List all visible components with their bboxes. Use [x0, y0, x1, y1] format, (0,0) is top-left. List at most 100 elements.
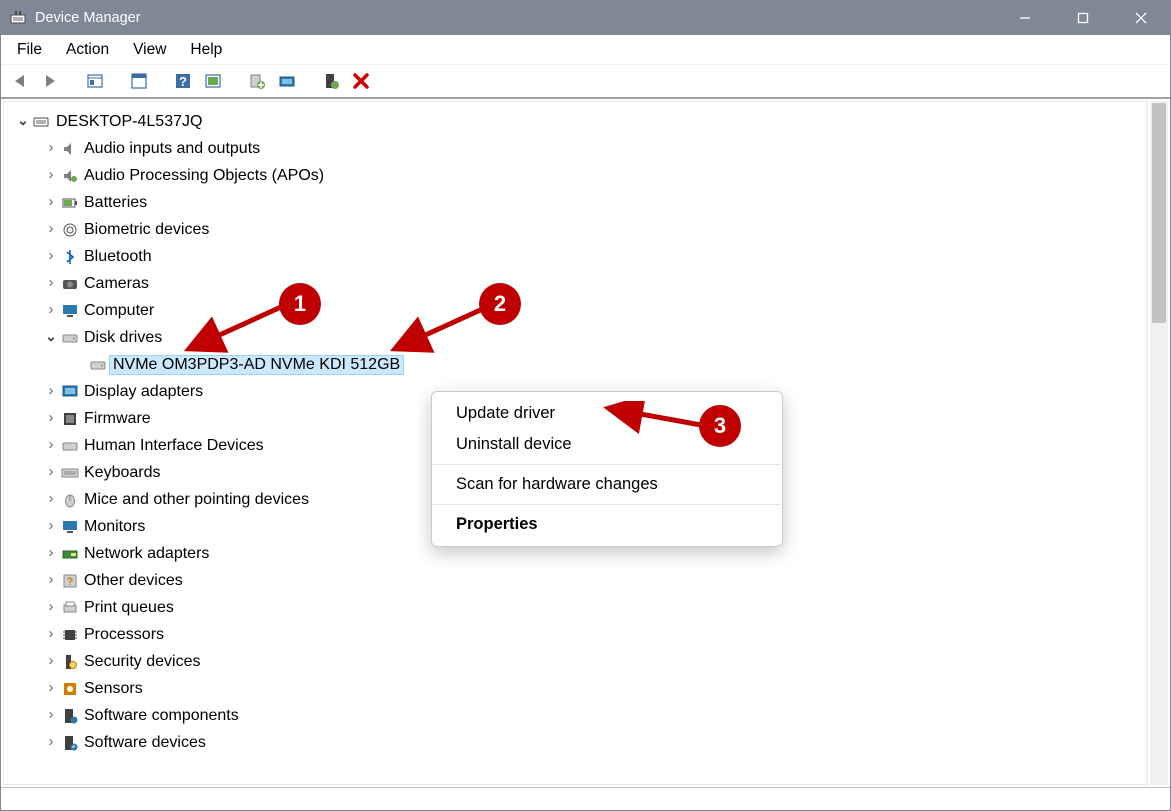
enable-button[interactable]	[317, 67, 345, 95]
category-icon	[60, 490, 80, 510]
annotation-badge-1: 1	[279, 283, 321, 325]
back-button[interactable]	[7, 67, 35, 95]
category-icon	[60, 679, 80, 699]
context-separator	[433, 504, 781, 505]
tree-item-print-queues[interactable]: Print queues	[10, 594, 1145, 621]
tree-item-biometric-devices[interactable]: Biometric devices	[10, 216, 1145, 243]
category-icon	[60, 706, 80, 726]
chevron-icon[interactable]	[44, 166, 58, 183]
scrollbar-thumb[interactable]	[1152, 103, 1166, 323]
svg-text:?: ?	[179, 74, 187, 89]
chevron-icon[interactable]	[44, 625, 58, 642]
chevron-down-icon[interactable]	[16, 112, 30, 129]
tree-item-bluetooth[interactable]: Bluetooth	[10, 243, 1145, 270]
tree-item-label: Audio inputs and outputs	[84, 140, 260, 158]
context-separator	[433, 464, 781, 465]
chevron-icon[interactable]	[44, 301, 58, 318]
menubar: File Action View Help	[1, 35, 1170, 65]
chevron-icon[interactable]	[44, 328, 58, 345]
tree-item-label: Human Interface Devices	[84, 437, 264, 455]
tree-item-audio-inputs-and-outputs[interactable]: Audio inputs and outputs	[10, 135, 1145, 162]
category-icon	[60, 625, 80, 645]
tree-item-label: Display adapters	[84, 383, 203, 401]
chevron-icon[interactable]	[44, 652, 58, 669]
tree-item-label: Cameras	[84, 275, 149, 293]
tree-item-label: Software devices	[84, 734, 206, 752]
chevron-icon[interactable]	[44, 409, 58, 426]
category-icon	[60, 193, 80, 213]
tree-item-label: Monitors	[84, 518, 145, 536]
annotation-badge-2: 2	[479, 283, 521, 325]
chevron-icon[interactable]	[44, 544, 58, 561]
category-icon	[60, 463, 80, 483]
category-icon: ?	[60, 571, 80, 591]
category-icon	[60, 733, 80, 753]
context-scan-hardware[interactable]: Scan for hardware changes	[432, 469, 782, 500]
app-icon	[9, 9, 27, 27]
category-icon	[60, 220, 80, 240]
tree-root[interactable]: DESKTOP-4L537JQ	[10, 108, 1145, 135]
chevron-icon[interactable]	[44, 571, 58, 588]
chevron-icon[interactable]	[44, 139, 58, 156]
context-properties[interactable]: Properties	[432, 509, 782, 540]
show-hidden-button[interactable]	[81, 67, 109, 95]
scan-button[interactable]	[199, 67, 227, 95]
menu-file[interactable]: File	[5, 37, 54, 63]
forward-button[interactable]	[37, 67, 65, 95]
annotation-arrow-3	[601, 401, 711, 437]
menu-view[interactable]: View	[121, 37, 178, 63]
chevron-icon[interactable]	[44, 598, 58, 615]
chevron-icon[interactable]	[44, 679, 58, 696]
chevron-icon[interactable]	[44, 220, 58, 237]
tree-item-audio-processing-objects-apos-[interactable]: Audio Processing Objects (APOs)	[10, 162, 1145, 189]
tree-item-sensors[interactable]: Sensors	[10, 675, 1145, 702]
category-icon	[60, 652, 80, 672]
help-button[interactable]: ?	[169, 67, 197, 95]
chevron-icon[interactable]	[44, 706, 58, 723]
chevron-icon[interactable]	[44, 247, 58, 264]
tree-item-other-devices[interactable]: ? Other devices	[10, 567, 1145, 594]
chevron-icon[interactable]	[44, 382, 58, 399]
menu-help[interactable]: Help	[178, 37, 234, 63]
category-icon	[60, 517, 80, 537]
chevron-icon[interactable]	[44, 193, 58, 210]
disk-icon	[88, 355, 108, 375]
tree-item-software-components[interactable]: Software components	[10, 702, 1145, 729]
tree-item-label: Biometric devices	[84, 221, 209, 239]
uninstall-button[interactable]	[273, 67, 301, 95]
tree-item-label: Bluetooth	[84, 248, 152, 266]
computer-icon	[32, 112, 52, 132]
tree-item-software-devices[interactable]: Software devices	[10, 729, 1145, 756]
chevron-icon[interactable]	[44, 733, 58, 750]
maximize-button[interactable]	[1054, 1, 1112, 35]
titlebar: Device Manager	[1, 1, 1170, 35]
window-title: Device Manager	[35, 10, 141, 26]
tree-item-processors[interactable]: Processors	[10, 621, 1145, 648]
tree-item-batteries[interactable]: Batteries	[10, 189, 1145, 216]
tree-item-cameras[interactable]: Cameras	[10, 270, 1145, 297]
chevron-icon[interactable]	[44, 436, 58, 453]
update-driver-button[interactable]	[243, 67, 271, 95]
tree-item-security-devices[interactable]: Security devices	[10, 648, 1145, 675]
chevron-icon[interactable]	[44, 274, 58, 291]
chevron-icon[interactable]	[44, 463, 58, 480]
category-icon	[60, 301, 80, 321]
tree-item-label: Batteries	[84, 194, 147, 212]
tree-item-label: Software components	[84, 707, 239, 725]
category-icon	[60, 328, 80, 348]
category-icon	[60, 166, 80, 186]
annotation-badge-3: 3	[699, 405, 741, 447]
vertical-scrollbar[interactable]	[1150, 101, 1168, 785]
properties-button[interactable]	[125, 67, 153, 95]
menu-action[interactable]: Action	[54, 37, 121, 63]
minimize-button[interactable]	[996, 1, 1054, 35]
category-icon	[60, 382, 80, 402]
chevron-icon[interactable]	[44, 490, 58, 507]
category-icon	[60, 247, 80, 267]
disable-button[interactable]	[347, 67, 375, 95]
close-button[interactable]	[1112, 1, 1170, 35]
chevron-icon[interactable]	[44, 517, 58, 534]
tree-item-label: Security devices	[84, 653, 201, 671]
tree-item-label: Mice and other pointing devices	[84, 491, 309, 509]
tree-item-label: Print queues	[84, 599, 174, 617]
